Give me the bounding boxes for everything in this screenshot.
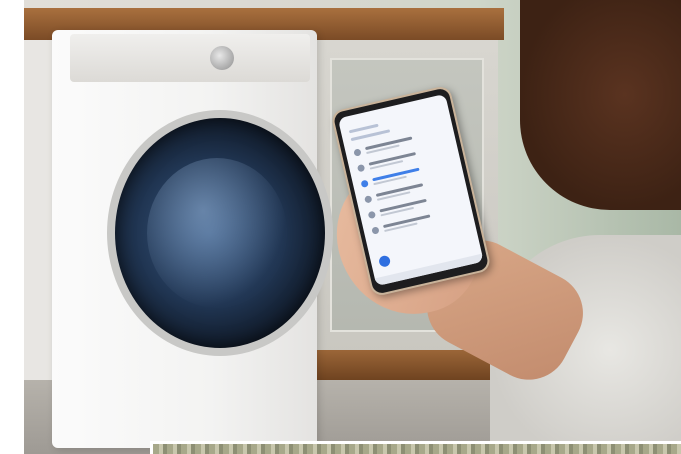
cabinet-side-panel	[24, 40, 55, 430]
washing-machine	[52, 30, 333, 448]
inset-photo-strip	[150, 441, 681, 454]
action-button-icon	[378, 254, 392, 268]
person-hair	[520, 0, 681, 210]
cabinet-base	[305, 350, 495, 380]
door-glass	[147, 158, 287, 308]
control-panel	[70, 34, 310, 82]
washer-door	[107, 110, 333, 356]
photo-scene	[0, 0, 681, 454]
white-border	[0, 0, 24, 454]
dial-knob	[210, 46, 234, 70]
